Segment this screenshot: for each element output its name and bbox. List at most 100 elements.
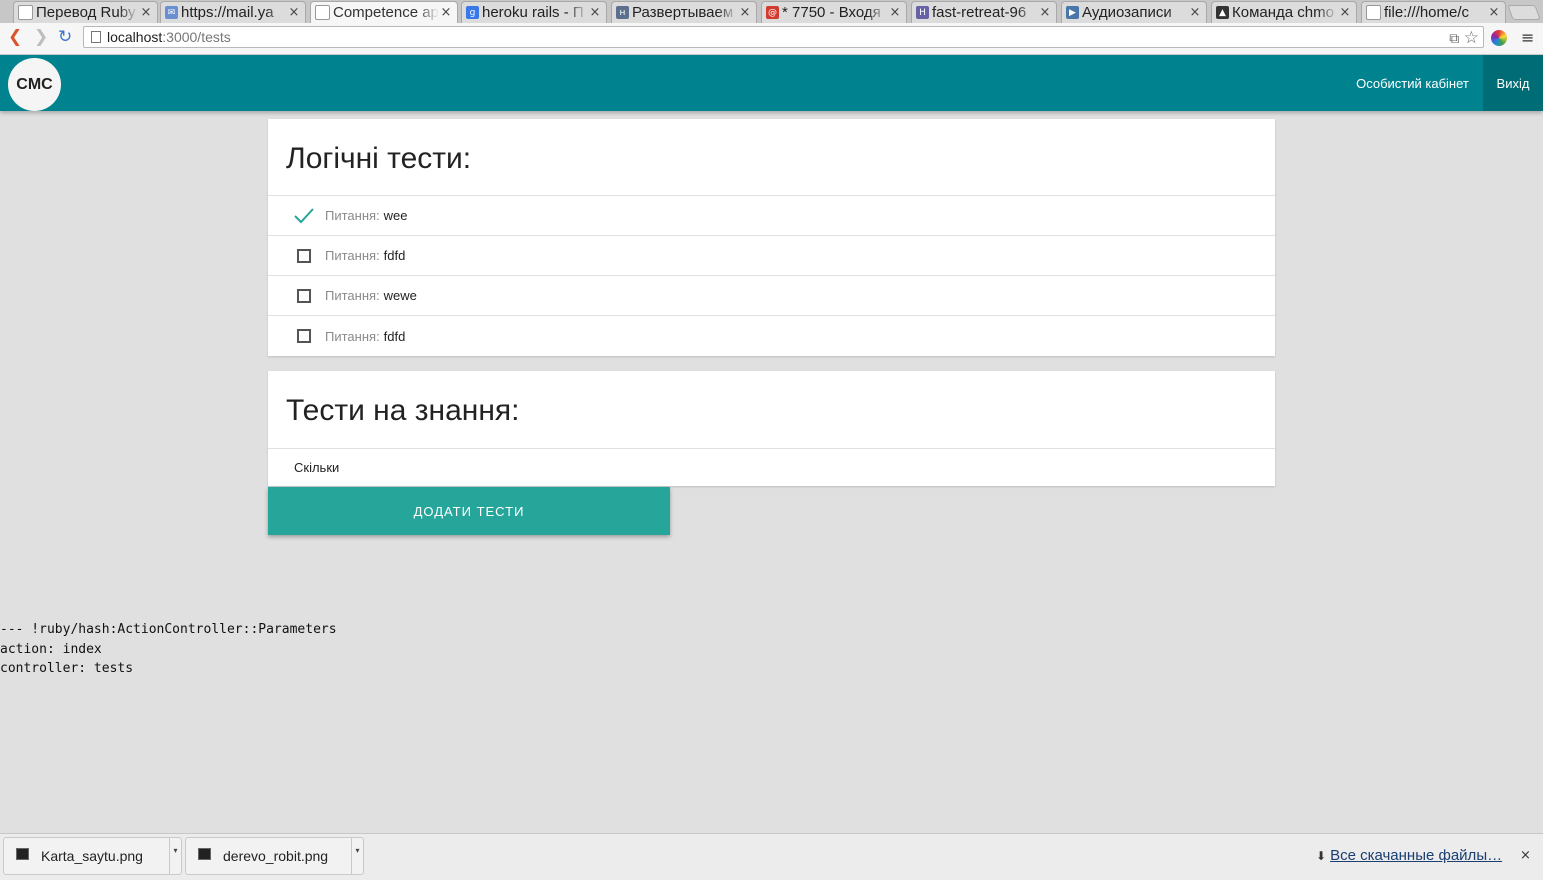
checkbox[interactable] [293, 325, 315, 347]
page-icon [18, 5, 33, 20]
habr-icon: н [616, 6, 629, 19]
mail-ru-icon: @ [766, 6, 779, 19]
nav-logout-link[interactable]: Вихід [1483, 55, 1543, 111]
close-icon[interactable]: × [588, 5, 602, 20]
download-filename: derevo_robit.png [223, 848, 329, 864]
debug-line: --- !ruby/hash:ActionController::Paramet… [0, 622, 337, 637]
browser-tab[interactable]: H fast-retreat-96 × [911, 1, 1057, 23]
reload-icon[interactable]: ↻ [58, 27, 72, 47]
google-icon: g [466, 6, 479, 19]
close-icon[interactable]: × [738, 5, 752, 20]
close-icon[interactable]: × [139, 5, 153, 20]
tab-title: file:///home/c [1384, 4, 1470, 21]
all-downloads-link[interactable]: Все скачанные файлы… [1330, 847, 1502, 864]
tab-title: https://mail.ya [181, 4, 274, 21]
checkbox[interactable] [293, 285, 315, 307]
download-icon: ⬇ [1316, 849, 1327, 863]
browser-toolbar: ❮ ❯ ↻ localhost:3000/tests ⧉ ☆ [0, 23, 1543, 55]
url-path: :3000/tests [162, 29, 231, 45]
knowledge-tests-title: Тести на знання: [268, 371, 1275, 449]
tab-title: * 7750 - Входя [782, 4, 881, 21]
file-icon [198, 848, 211, 860]
page-icon [315, 5, 330, 20]
omnibox-actions: ⧉ ☆ [1449, 28, 1479, 48]
all-downloads: ⬇ Все скачанные файлы… [1316, 847, 1502, 864]
list-item: Питання: fdfd [268, 236, 1275, 276]
forward-icon[interactable]: ❯ [34, 27, 48, 47]
question-text: fdfd [383, 248, 406, 263]
browser-tab[interactable]: н Развертываем × [611, 1, 757, 23]
back-icon[interactable]: ❮ [8, 27, 22, 47]
knowledge-tests-card: Тести на знання: Скільки [268, 371, 1275, 486]
debug-line: controller: tests [0, 661, 134, 676]
translate-icon[interactable]: ⧉ [1449, 31, 1459, 47]
checkbox[interactable] [293, 245, 315, 267]
download-item[interactable]: Karta_saytu.png ▾ [3, 837, 182, 875]
tab-title: fast-retreat-96 [932, 4, 1027, 21]
browser-tab[interactable]: g heroku rails - П × [461, 1, 607, 23]
browser-tab[interactable]: @ * 7750 - Входя × [761, 1, 907, 23]
file-icon [16, 848, 29, 860]
close-icon[interactable]: × [439, 5, 453, 20]
question-prefix: Питання: [325, 208, 380, 223]
nav-cabinet-link[interactable]: Особистий кабінет [1342, 55, 1483, 111]
address-bar[interactable]: localhost:3000/tests ⧉ ☆ [83, 26, 1484, 48]
close-icon[interactable]: × [1038, 5, 1052, 20]
checkbox-icon [297, 248, 311, 263]
list-item: Питання: fdfd [268, 316, 1275, 356]
checkbox-icon [297, 288, 311, 303]
logical-tests-card: Логічні тести: Питання: wee Питання: fdf… [268, 119, 1275, 356]
linux-icon: ▲ [1216, 6, 1229, 19]
menu-icon[interactable]: ≡ [1521, 28, 1534, 47]
add-tests-button[interactable]: ДОДАТИ ТЕСТИ [268, 487, 670, 535]
question-text: fdfd [383, 328, 406, 344]
logo[interactable]: CMC [8, 58, 61, 111]
checkmark-icon[interactable] [293, 205, 315, 227]
app-header: CMC Особистий кабінет Вихід [0, 55, 1543, 111]
browser-tab[interactable]: ▶ Аудиозаписи × [1061, 1, 1207, 23]
browser-tab[interactable]: ✉ https://mail.ya × [160, 1, 306, 23]
tab-title: Аудиозаписи [1082, 4, 1172, 21]
extension-icon[interactable] [1491, 30, 1507, 46]
close-icon[interactable]: × [287, 5, 301, 20]
close-icon[interactable]: × [1188, 5, 1202, 20]
list-item[interactable]: Скільки [268, 449, 1275, 486]
close-icon[interactable]: × [1338, 5, 1352, 20]
star-icon[interactable]: ☆ [1464, 28, 1479, 48]
tab-title: heroku rails - П [482, 4, 584, 21]
heroku-icon: H [916, 6, 929, 19]
close-icon[interactable]: × [1487, 5, 1501, 20]
page-icon [91, 31, 101, 43]
close-icon[interactable]: × [888, 5, 902, 20]
logical-tests-title: Логічні тести: [268, 119, 1275, 196]
debug-params: --- !ruby/hash:ActionController::Paramet… [0, 620, 337, 679]
debug-line: action: index [0, 641, 102, 657]
browser-tab[interactable]: file:///home/c × [1361, 1, 1506, 23]
question-text: wewe [383, 288, 417, 303]
url-host: localhost [107, 29, 163, 45]
browser-tab[interactable]: Перевод Ruby × [13, 1, 158, 23]
browser-tab-active[interactable]: Competence ap × [310, 1, 458, 23]
download-item[interactable]: derevo_robit.png ▾ [185, 837, 364, 875]
question-prefix: Питання: [325, 328, 380, 344]
new-tab-button[interactable] [1507, 5, 1541, 20]
vk-icon: ▶ [1066, 6, 1079, 19]
tab-title: Перевод Ruby [36, 4, 136, 21]
tab-title: Развертываем [632, 4, 734, 21]
list-item: Питання: wewe [268, 276, 1275, 316]
page-icon [1366, 5, 1381, 20]
question-text: wee [383, 208, 408, 223]
tab-title: Competence ap [333, 4, 439, 21]
list-item: Питання: wee [268, 196, 1275, 236]
download-shelf: Karta_saytu.png ▾ derevo_robit.png ▾ ⬇ Вс… [0, 833, 1543, 880]
close-icon[interactable]: × [1520, 848, 1531, 863]
download-filename: Karta_saytu.png [41, 848, 143, 864]
chevron-down-icon[interactable]: ▾ [169, 838, 181, 874]
checkbox-icon [297, 329, 311, 343]
browser-tab[interactable]: ▲ Команда chmo × [1211, 1, 1357, 23]
knowledge-test-text: Скільки [294, 460, 340, 475]
chevron-down-icon[interactable]: ▾ [351, 838, 363, 874]
tab-title: Команда chmo [1232, 4, 1334, 21]
browser-tab-strip: Перевод Ruby × ✉ https://mail.ya × Compe… [0, 0, 1543, 23]
mail-icon: ✉ [165, 6, 178, 19]
